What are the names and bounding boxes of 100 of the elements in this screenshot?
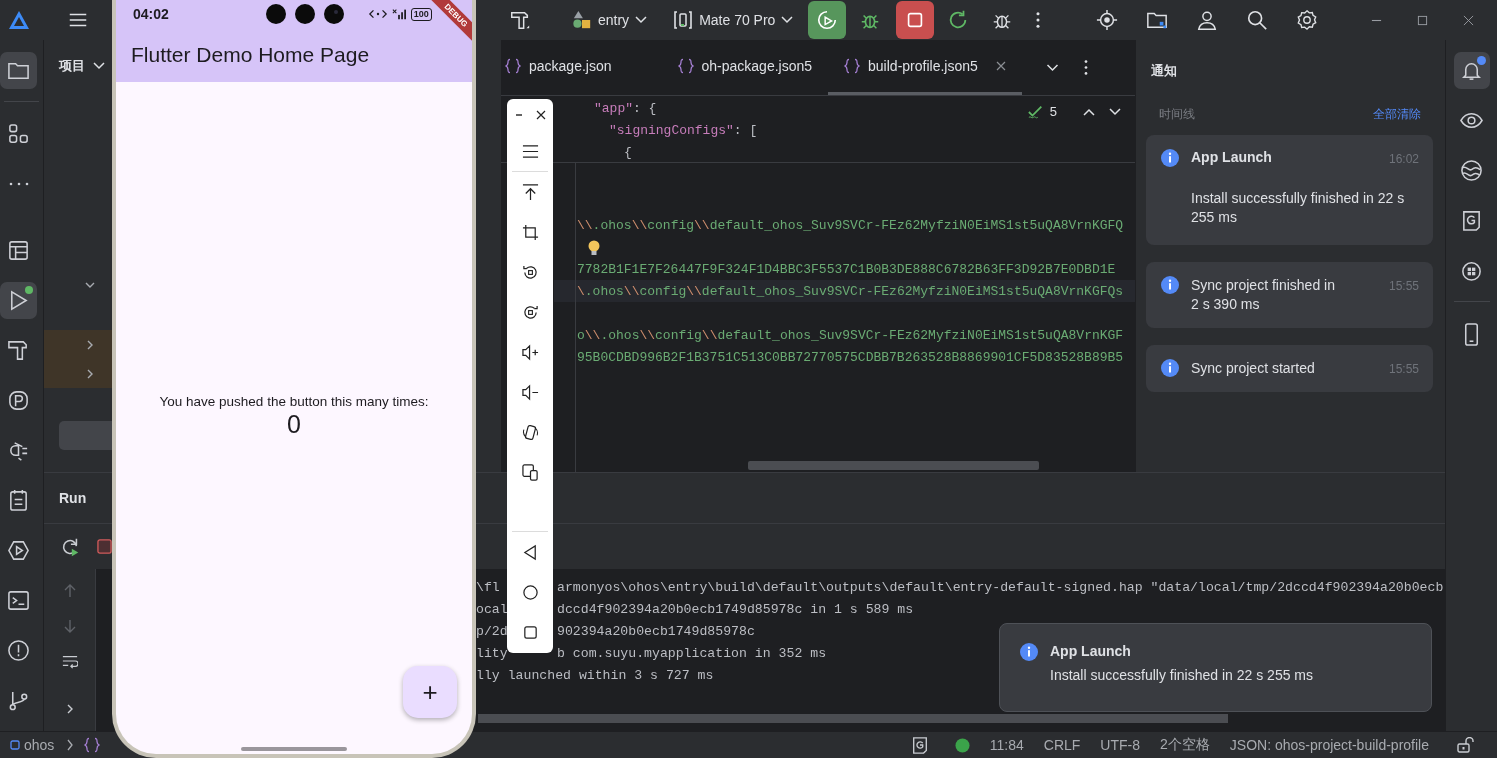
counter-label: You have pushed the button this many times:	[159, 393, 429, 409]
info-icon	[1161, 149, 1179, 167]
chevron-down-icon	[635, 16, 648, 24]
globe-icon	[1460, 158, 1483, 182]
run-button[interactable]	[808, 1, 847, 39]
badge-dot	[25, 285, 33, 294]
info-icon	[1161, 359, 1179, 377]
gbox-icon	[1460, 208, 1483, 232]
console-text: armonyos\ohos\entry\build\default\outputs\default\entry-default-signed.hap "data/local/tmp/2dccd4f902394a20b0ecb	[557, 579, 1444, 595]
console-text: 902394a20b0ecb1749d85978c	[557, 623, 755, 639]
more-icon[interactable]	[1082, 59, 1089, 76]
clear-all-link[interactable]: 全部清除	[1373, 106, 1421, 123]
chevron-up-icon[interactable]	[1083, 107, 1095, 116]
notification-time: 16:02	[1388, 152, 1419, 166]
g-icon[interactable]	[910, 736, 929, 754]
line-ending[interactable]: CRLF	[1043, 737, 1081, 753]
settings-button[interactable]	[1295, 8, 1319, 32]
menu-icon	[521, 142, 539, 160]
device-icon	[673, 10, 694, 30]
code-line: "app": {	[594, 100, 657, 116]
editor-tab[interactable]: build-profile.json5	[828, 40, 1022, 95]
chevron-down-icon[interactable]	[1045, 63, 1059, 72]
app-logo-icon	[8, 10, 30, 30]
device-dropdown[interactable]: Mate 70 Pro	[673, 6, 794, 34]
run-tool-button[interactable]	[0, 281, 37, 319]
module-icon	[10, 740, 20, 750]
scrollbar[interactable]	[478, 714, 1228, 723]
soft-wrap-icon[interactable]	[61, 653, 78, 669]
bell-tool-button[interactable]	[1453, 51, 1490, 89]
maximize-icon	[1416, 14, 1428, 26]
close-icon	[536, 110, 546, 120]
status-time: 04:02	[133, 6, 169, 22]
chevron-down-icon[interactable]	[1109, 107, 1121, 116]
code-line: \.ohos\\config\\default_ohos_Suv9SVCr-FEz62MyfziN0EiMS1st5uQA8VrnKGFQs	[577, 283, 1124, 299]
arrow-to-top-icon	[521, 183, 539, 201]
crop-icon	[521, 223, 539, 241]
terminal-icon	[7, 588, 30, 612]
lock-icon[interactable]	[1457, 737, 1475, 753]
structure-icon	[7, 122, 30, 146]
status-dot-icon[interactable]	[954, 737, 970, 753]
maximize-button[interactable]	[1415, 13, 1429, 27]
panel-title: 通知	[1151, 62, 1178, 80]
close-icon	[1462, 14, 1474, 26]
screens-icon	[521, 463, 539, 481]
run-config-dropdown[interactable]: entry	[572, 6, 648, 34]
info-icon	[1161, 276, 1179, 294]
braces-icon	[844, 58, 861, 74]
counter-value: 0	[287, 409, 301, 439]
close-button[interactable]	[535, 109, 547, 121]
notification-message: Sync project started	[1191, 359, 1316, 378]
console-text: lly launched within 3 s 727 ms	[476, 667, 714, 683]
console-text: b com.suyu.myapplication in 352 ms	[557, 645, 827, 661]
section-label: 时间线	[1159, 106, 1195, 123]
editor-tab[interactable]: oh-package.json5	[661, 40, 829, 95]
target-button[interactable]	[1095, 8, 1119, 32]
settings-icon	[1296, 9, 1318, 31]
notification-title: App Launch	[1050, 643, 1132, 659]
person-icon	[1196, 9, 1218, 31]
notification-title: App Launch	[1191, 149, 1272, 165]
search-icon	[1246, 9, 1268, 31]
back-icon	[521, 543, 539, 561]
folder-tool-button[interactable]	[0, 51, 37, 89]
indent-setting[interactable]: 2个空格	[1160, 736, 1210, 754]
check-icon	[1027, 104, 1044, 119]
app-bar-title: Flutter Demo Home Page	[131, 43, 370, 67]
tilted-phone-icon	[521, 423, 539, 441]
code-line: "signingConfigs": [	[609, 122, 758, 138]
scrollbar[interactable]	[748, 461, 1039, 470]
notification-message: Install successfully finished in 22 s 255 ms	[1191, 189, 1406, 227]
todo-icon	[7, 488, 30, 512]
braces-icon	[505, 58, 521, 74]
lightbulb-icon[interactable]	[588, 240, 600, 256]
services-icon	[7, 538, 30, 562]
stop-icon	[97, 539, 112, 554]
console-text: lity	[476, 645, 509, 661]
notification-time: 15:55	[1388, 362, 1419, 376]
increment-button[interactable]: +	[403, 666, 457, 718]
braces-icon	[84, 737, 101, 753]
json-schema[interactable]: JSON: ohos-project-build-profile	[1229, 737, 1429, 753]
code-line: 95B0CDBD996B2F1B3751C513C0BB72770575CDBB7B263528B8869901CF5D83528B89B5	[577, 349, 1124, 365]
target-icon	[1096, 9, 1118, 31]
more-icon	[1035, 11, 1042, 29]
console-text: p/2d	[476, 623, 509, 639]
stop-button[interactable]	[896, 1, 935, 39]
notification-message: Sync project finished in 2 s 390 ms	[1191, 276, 1336, 314]
panel-title[interactable]: 项目	[59, 57, 85, 75]
inspection-count[interactable]: 5	[1049, 104, 1057, 119]
cursor-position[interactable]: 11:84	[989, 737, 1024, 753]
close-icon[interactable]	[995, 61, 1006, 71]
hammer-icon	[509, 9, 531, 31]
run-icon	[816, 9, 839, 31]
breadcrumb-item[interactable]: ohos	[24, 737, 55, 753]
layout-icon	[7, 238, 30, 262]
battery-level: 100	[410, 7, 432, 21]
profiler-icon	[7, 388, 30, 412]
file-encoding[interactable]: UTF-8	[1100, 737, 1140, 753]
editor-tab[interactable]: package.json	[501, 40, 662, 95]
multi-screen-button[interactable]	[519, 461, 541, 483]
badge-dot	[1476, 55, 1486, 65]
search-button[interactable]	[1245, 8, 1269, 32]
